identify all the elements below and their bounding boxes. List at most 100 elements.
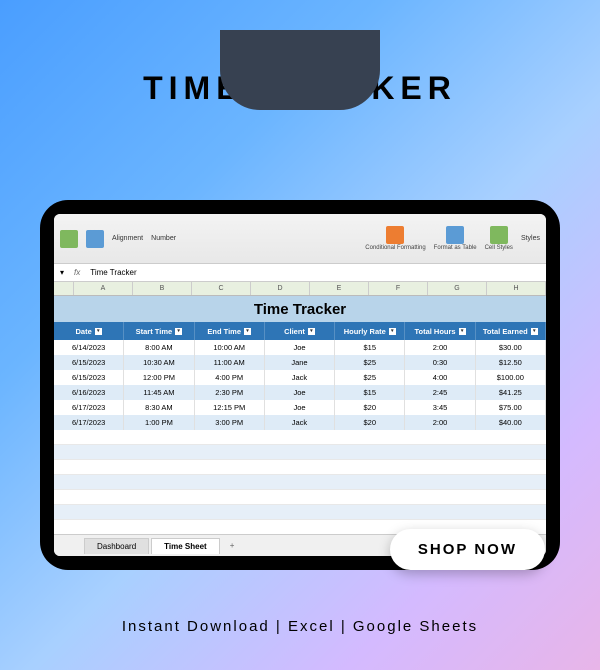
cell-earned[interactable]: $100.00 (476, 370, 546, 385)
cell-hours[interactable]: 3:45 (405, 400, 475, 415)
cell-rate[interactable]: $20 (335, 415, 405, 430)
excel-ribbon[interactable]: Alignment Number Conditional Formatting … (54, 214, 546, 264)
table-row[interactable]: 6/17/20231:00 PM3:00 PMJack$202:00$40.00 (54, 415, 546, 430)
col-c[interactable]: C (192, 282, 251, 295)
cell-end[interactable]: 3:00 PM (195, 415, 265, 430)
filter-icon[interactable]: ▾ (244, 328, 251, 335)
ribbon-font[interactable] (86, 230, 104, 248)
cell-client[interactable]: Joe (265, 400, 335, 415)
table-row[interactable]: 6/17/20238:30 AM12:15 PMJoe$203:45$75.00 (54, 400, 546, 415)
ribbon-conditional[interactable]: Conditional Formatting (365, 226, 425, 251)
empty-row[interactable] (54, 505, 546, 520)
filter-icon[interactable]: ▾ (95, 328, 102, 335)
empty-row[interactable] (54, 460, 546, 475)
cell-client[interactable]: Jack (265, 370, 335, 385)
filter-icon[interactable]: ▾ (175, 328, 182, 335)
th-end[interactable]: End Time▾ (195, 322, 265, 340)
cell-date[interactable]: 6/16/2023 (54, 385, 124, 400)
empty-row[interactable] (54, 490, 546, 505)
table-row[interactable]: 6/14/20238:00 AM10:00 AMJoe$152:00$30.00 (54, 340, 546, 355)
cell-end[interactable]: 12:15 PM (195, 400, 265, 415)
filter-icon[interactable]: ▾ (308, 328, 315, 335)
sheet-title[interactable]: Time Tracker (54, 296, 546, 322)
cell-date[interactable]: 6/14/2023 (54, 340, 124, 355)
table-icon (446, 226, 464, 244)
cell-earned[interactable]: $40.00 (476, 415, 546, 430)
filter-icon[interactable]: ▾ (459, 328, 466, 335)
th-client[interactable]: Client▾ (265, 322, 335, 340)
ribbon-paste[interactable] (60, 230, 78, 248)
select-all-corner[interactable] (54, 282, 74, 295)
cell-client[interactable]: Joe (265, 385, 335, 400)
tab-timesheet[interactable]: Time Sheet (151, 538, 220, 554)
shop-now-button[interactable]: SHOP NOW (390, 529, 545, 570)
cell-earned[interactable]: $12.50 (476, 355, 546, 370)
cell-hours[interactable]: 2:00 (405, 415, 475, 430)
cell-end[interactable]: 2:30 PM (195, 385, 265, 400)
col-b[interactable]: B (133, 282, 192, 295)
cell-rate[interactable]: $15 (335, 340, 405, 355)
th-date[interactable]: Date▾ (54, 322, 124, 340)
th-hours[interactable]: Total Hours▾ (405, 322, 475, 340)
cell-date[interactable]: 6/17/2023 (54, 415, 124, 430)
cell-end[interactable]: 10:00 AM (195, 340, 265, 355)
cell-start[interactable]: 8:00 AM (124, 340, 194, 355)
column-headers: A B C D E F G H (54, 282, 546, 296)
cell-date[interactable]: 6/17/2023 (54, 400, 124, 415)
col-e[interactable]: E (310, 282, 369, 295)
cell-start[interactable]: 10:30 AM (124, 355, 194, 370)
cell-earned[interactable]: $41.25 (476, 385, 546, 400)
empty-row[interactable] (54, 430, 546, 445)
cell-start[interactable]: 1:00 PM (124, 415, 194, 430)
excel-screen: Alignment Number Conditional Formatting … (54, 214, 546, 556)
cell-client[interactable]: Joe (265, 340, 335, 355)
formula-value[interactable]: Time Tracker (90, 268, 136, 277)
cell-start[interactable]: 11:45 AM (124, 385, 194, 400)
col-d[interactable]: D (251, 282, 310, 295)
cell-earned[interactable]: $75.00 (476, 400, 546, 415)
cell-start[interactable]: 12:00 PM (124, 370, 194, 385)
cell-rate[interactable]: $15 (335, 385, 405, 400)
filter-icon[interactable]: ▾ (389, 328, 396, 335)
cell-earned[interactable]: $30.00 (476, 340, 546, 355)
cell-client[interactable]: Jack (265, 415, 335, 430)
cell-end[interactable]: 4:00 PM (195, 370, 265, 385)
footer-text: Instant Download | Excel | Google Sheets (0, 618, 600, 635)
col-f[interactable]: F (369, 282, 428, 295)
table-row[interactable]: 6/15/202312:00 PM4:00 PMJack$254:00$100.… (54, 370, 546, 385)
cell-date[interactable]: 6/15/2023 (54, 355, 124, 370)
cell-rate[interactable]: $25 (335, 370, 405, 385)
empty-row[interactable] (54, 475, 546, 490)
ribbon-cell-styles[interactable]: Cell Styles (485, 226, 513, 251)
th-start[interactable]: Start Time▾ (124, 322, 194, 340)
fx-label: fx (74, 268, 80, 277)
cell-start[interactable]: 8:30 AM (124, 400, 194, 415)
table-row[interactable]: 6/16/202311:45 AM2:30 PMJoe$152:45$41.25 (54, 385, 546, 400)
cell-hours[interactable]: 2:45 (405, 385, 475, 400)
decorative-top-shape (220, 30, 380, 110)
tab-dashboard[interactable]: Dashboard (84, 538, 149, 554)
cell-end[interactable]: 11:00 AM (195, 355, 265, 370)
tab-add[interactable]: + (222, 538, 243, 553)
col-g[interactable]: G (428, 282, 487, 295)
col-h[interactable]: H (487, 282, 546, 295)
cell-client[interactable]: Jane (265, 355, 335, 370)
ribbon-format-table[interactable]: Format as Table (434, 226, 477, 251)
cell-rate[interactable]: $20 (335, 400, 405, 415)
cell-hours[interactable]: 4:00 (405, 370, 475, 385)
th-earned[interactable]: Total Earned▾ (476, 322, 546, 340)
paste-icon (60, 230, 78, 248)
cell-hours[interactable]: 2:00 (405, 340, 475, 355)
name-box[interactable]: ▾ (60, 268, 64, 277)
cell-date[interactable]: 6/15/2023 (54, 370, 124, 385)
ribbon-alignment-label: Alignment (112, 235, 143, 242)
filter-icon[interactable]: ▾ (531, 328, 538, 335)
empty-row[interactable] (54, 445, 546, 460)
formula-bar[interactable]: ▾ fx Time Tracker (54, 264, 546, 282)
table-row[interactable]: 6/15/202310:30 AM11:00 AMJane$250:30$12.… (54, 355, 546, 370)
col-a[interactable]: A (74, 282, 133, 295)
data-rows: 6/14/20238:00 AM10:00 AMJoe$152:00$30.00… (54, 340, 546, 534)
cell-hours[interactable]: 0:30 (405, 355, 475, 370)
th-rate[interactable]: Hourly Rate▾ (335, 322, 405, 340)
cell-rate[interactable]: $25 (335, 355, 405, 370)
